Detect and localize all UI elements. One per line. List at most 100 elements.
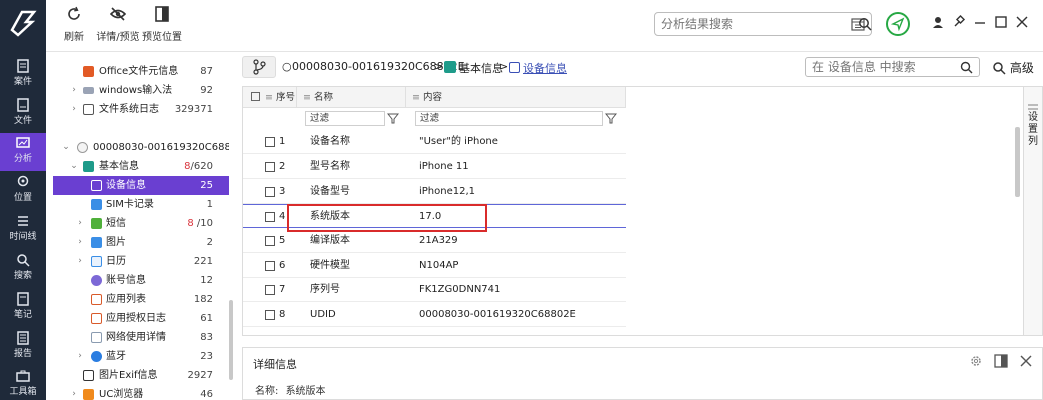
tree-item-basic-info[interactable]: ⌄ 基本信息 8/620 [53,157,229,176]
chevron-right-icon[interactable]: › [69,81,79,100]
header-name[interactable]: ≡ 名称 [297,87,406,108]
tree-item-accounts[interactable]: 账号信息 12 [53,271,229,290]
crumb-device-info[interactable]: 设备信息 [523,60,567,76]
tree-item-exif[interactable]: 图片Exif信息 2927 [53,366,229,385]
apple-device-icon: ○ [282,60,292,73]
chevron-down-icon[interactable]: ⌄ [69,157,79,176]
tree-scrollbar[interactable] [229,300,233,380]
tree-item-device[interactable]: ⌄ 00008030-001619320C68802E [53,138,229,157]
branch-button[interactable] [242,56,276,78]
row-checkbox[interactable] [265,212,275,222]
table-search-box [805,57,980,77]
result-search-input[interactable] [661,13,831,35]
rail-item-files[interactable]: 文件 [0,95,46,133]
tree-item-sim[interactable]: SIM卡记录 1 [53,195,229,214]
chevron-right-icon[interactable]: › [69,100,79,119]
tree-item-images[interactable]: › 图片 2 [53,233,229,252]
close-icon[interactable] [1014,14,1030,30]
maximize-icon[interactable] [993,14,1009,30]
rail-item-location[interactable]: 位置 [0,172,46,210]
branch-icon [253,59,266,75]
tree-item-bluetooth[interactable]: › 蓝牙 23 [53,347,229,366]
case-icon [17,59,29,73]
table-row[interactable]: 8 UDID 00008030-001619320C68802E [243,303,626,327]
advanced-search-button[interactable]: 高级 [992,59,1034,76]
row-checkbox[interactable] [265,261,275,271]
detail-preview-button[interactable]: 详情/预览 [96,6,140,43]
table-row[interactable]: 7 序列号 FK1ZG0DNN741 [243,278,626,302]
refresh-icon [68,6,80,20]
row-checkbox[interactable] [265,137,275,147]
select-all-checkbox[interactable] [251,92,260,101]
tree-item-fs-log[interactable]: › 文件系统日志 329371 [53,100,229,119]
table-search-input[interactable] [812,58,952,76]
rail-item-toolbox[interactable]: 工具箱 [0,366,46,400]
tree-item-calendar[interactable]: › 日历 221 [53,252,229,271]
table-row[interactable]: 1 设备名称 "User"的 iPhone [243,130,626,154]
row-checkbox[interactable] [265,162,275,172]
chevron-right-icon[interactable]: › [75,252,85,271]
grip-icon [1028,104,1038,110]
preview-position-button[interactable]: 预览位置 [142,6,182,43]
filter-icon[interactable] [605,112,617,124]
rail-item-notes[interactable]: 笔记 [0,289,46,327]
filter-name-input[interactable]: 过滤 [305,111,385,126]
rail-item-search[interactable]: 搜索 [0,250,46,288]
log-file-icon [83,104,94,115]
crumb-separator: > [499,60,509,73]
report-icon [17,331,29,345]
header-content[interactable]: ≡ 内容 [406,87,626,108]
search-icon[interactable] [858,17,872,31]
tree-item-app-list[interactable]: 应用列表 182 [53,290,229,309]
table-row[interactable]: 2 型号名称 iPhone 11 [243,155,626,179]
chevron-right-icon[interactable]: › [69,385,79,400]
rail-item-case[interactable]: 案件 [0,56,46,94]
tree-item-windows-ime[interactable]: › windows输入法 92 [53,81,229,100]
app-list-icon [91,294,102,305]
chevron-down-icon[interactable]: ⌄ [61,138,71,157]
filter-icon[interactable] [387,112,399,124]
table-row[interactable]: 6 硬件模型 N104AP [243,254,626,278]
rail-item-analysis[interactable]: 分析 [0,133,46,171]
filter-content-input[interactable]: 过滤 [415,111,603,126]
tree-item-app-auth-log[interactable]: 应用授权日志 61 [53,309,229,328]
tree-item-sms[interactable]: › 短信 8 /10 [53,214,229,233]
apple-device-icon [77,142,88,153]
gear-icon[interactable] [969,354,983,368]
minimize-icon[interactable] [972,14,988,30]
send-button[interactable] [886,12,910,36]
rail-item-report[interactable]: 报告 [0,328,46,366]
app-logo-icon [10,10,37,37]
user-icon[interactable] [930,14,946,30]
panel-toggle-icon[interactable] [994,354,1008,368]
detail-panel: 详细信息 名称: 系统版本 [242,347,1043,400]
tree-item-uc-browser[interactable]: › UC浏览器 46 [53,385,229,400]
analysis-icon [16,137,30,148]
chevron-right-icon[interactable]: › [75,214,85,233]
pin-icon[interactable] [951,14,967,30]
header-seq[interactable]: ≡ 序号 [243,87,297,108]
chevron-right-icon[interactable]: › [75,347,85,366]
row-checkbox[interactable] [265,187,275,197]
table-row[interactable]: 5 编译版本 21A329 [243,229,626,253]
tree-item-device-info[interactable]: 设备信息 25 [53,176,229,195]
location-icon [17,175,29,187]
rail-item-timeline[interactable]: 时间线 [0,211,46,249]
device-info-icon [509,62,520,73]
grid-scrollbar[interactable] [1015,127,1020,197]
tree-item-network-usage[interactable]: 网络使用详情 83 [53,328,229,347]
search-icon[interactable] [960,61,973,74]
detail-title: 详细信息 [253,358,297,371]
row-checkbox[interactable] [265,236,275,246]
table-row[interactable]: 3 设备型号 iPhone12,1 [243,180,626,204]
close-icon[interactable] [1019,354,1033,368]
refresh-button[interactable]: 刷新 [62,6,86,43]
tree-item-office-meta[interactable]: Office文件元信息 87 [53,62,229,81]
column-settings-button[interactable]: 设置列 [1024,86,1043,336]
row-checkbox[interactable] [265,310,275,320]
calendar-icon [91,256,102,267]
chevron-right-icon[interactable]: › [75,233,85,252]
row-checkbox[interactable] [265,285,275,295]
auth-log-icon [91,313,102,324]
crumb-basic-info[interactable]: 基本信息 [459,60,503,76]
